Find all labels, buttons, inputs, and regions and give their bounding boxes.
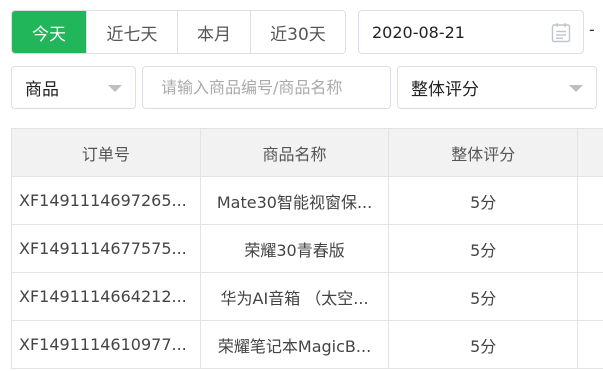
cell-order-no: XF1491114610977... <box>12 321 201 369</box>
date-range-tabs: 今天 近七天 本月 近30天 <box>11 10 346 54</box>
cell-product: 华为AI音箱 （太空... <box>200 273 390 321</box>
table-row[interactable]: XF1491114677575... 荣耀30青春版 5分 <box>12 225 603 273</box>
column-header-extra <box>578 129 603 177</box>
table-row[interactable]: XF1491114664212... 华为AI音箱 （太空... 5分 <box>12 273 603 321</box>
table-header-row: 订单号 商品名称 整体评分 <box>12 129 603 177</box>
cell-extra <box>578 177 603 225</box>
tab-today[interactable]: 今天 <box>12 11 87 53</box>
chevron-down-icon <box>569 85 583 92</box>
cell-product: Mate30智能视窗保... <box>200 177 390 225</box>
cell-extra <box>578 321 603 369</box>
cell-extra <box>578 273 603 321</box>
tab-last-7-days[interactable]: 近七天 <box>87 11 178 53</box>
table-row[interactable]: XF1491114697265... Mate30智能视窗保... 5分 <box>12 177 603 225</box>
cell-rating: 5分 <box>389 321 579 369</box>
rating-select-value: 整体评分 <box>411 80 479 100</box>
cell-product: 荣耀30青春版 <box>200 225 390 273</box>
cell-extra <box>578 225 603 273</box>
cell-rating: 5分 <box>389 225 579 273</box>
cell-rating: 5分 <box>389 273 579 321</box>
cell-order-no: XF1491114664212... <box>12 273 201 321</box>
date-value: 2020-08-21 <box>372 22 465 42</box>
cell-rating: 5分 <box>389 177 579 225</box>
chevron-down-icon <box>108 85 122 92</box>
cell-product: 荣耀笔记本MagicB... <box>200 321 390 369</box>
cell-order-no: XF1491114677575... <box>12 225 201 273</box>
calendar-icon[interactable] <box>551 22 571 43</box>
tab-this-month[interactable]: 本月 <box>178 11 251 53</box>
table-row[interactable]: XF1491114610977... 荣耀笔记本MagicB... 5分 <box>12 321 603 369</box>
cell-order-no: XF1491114697265... <box>12 177 201 225</box>
field-select[interactable]: 商品 <box>11 66 136 109</box>
column-header-rating[interactable]: 整体评分 <box>389 129 579 177</box>
date-range-separator: - <box>589 20 595 39</box>
rating-select[interactable]: 整体评分 <box>397 66 597 109</box>
field-select-value: 商品 <box>25 80 59 100</box>
search-input[interactable] <box>142 66 391 109</box>
orders-table: 订单号 商品名称 整体评分 XF1491114697265... Mate30智… <box>11 128 603 369</box>
column-header-order-no[interactable]: 订单号 <box>12 129 201 177</box>
column-header-product[interactable]: 商品名称 <box>200 129 390 177</box>
date-picker[interactable]: 2020-08-21 <box>358 10 584 54</box>
tab-last-30-days[interactable]: 近30天 <box>251 11 345 53</box>
order-review-panel: 今天 近七天 本月 近30天 2020-08-21 - 商品 整体评分 订单号 … <box>0 0 603 371</box>
